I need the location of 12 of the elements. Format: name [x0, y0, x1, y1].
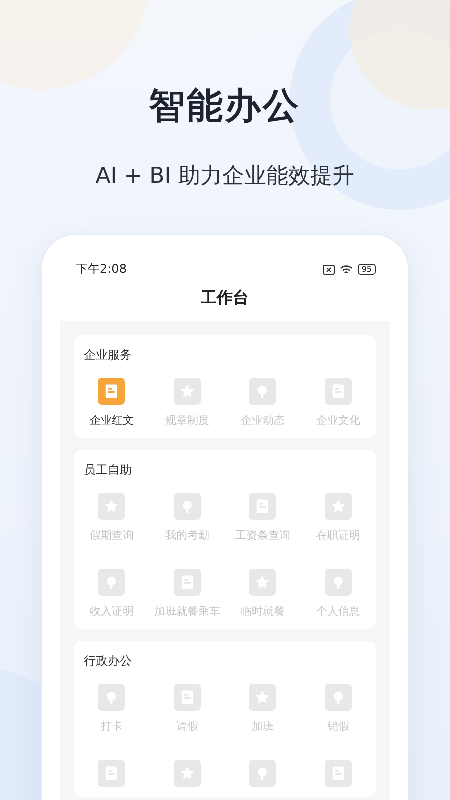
screen-title: 工作台 — [60, 278, 390, 321]
shortcut-item[interactable]: 企业红文 — [74, 378, 150, 428]
headline: 智能办公 — [149, 85, 301, 129]
section-title: 企业服务 — [83, 347, 133, 364]
document-icon — [98, 378, 126, 405]
sim-icon — [322, 264, 335, 274]
wifi-icon — [340, 264, 353, 274]
status-time: 下午2:08 — [76, 261, 127, 278]
subtitle: AI + BI 助力企业能效提升 — [96, 163, 354, 191]
section-title: 员工自助 — [83, 462, 133, 479]
section-title: 行政办公 — [83, 653, 133, 670]
battery-level: 95 — [358, 264, 376, 275]
